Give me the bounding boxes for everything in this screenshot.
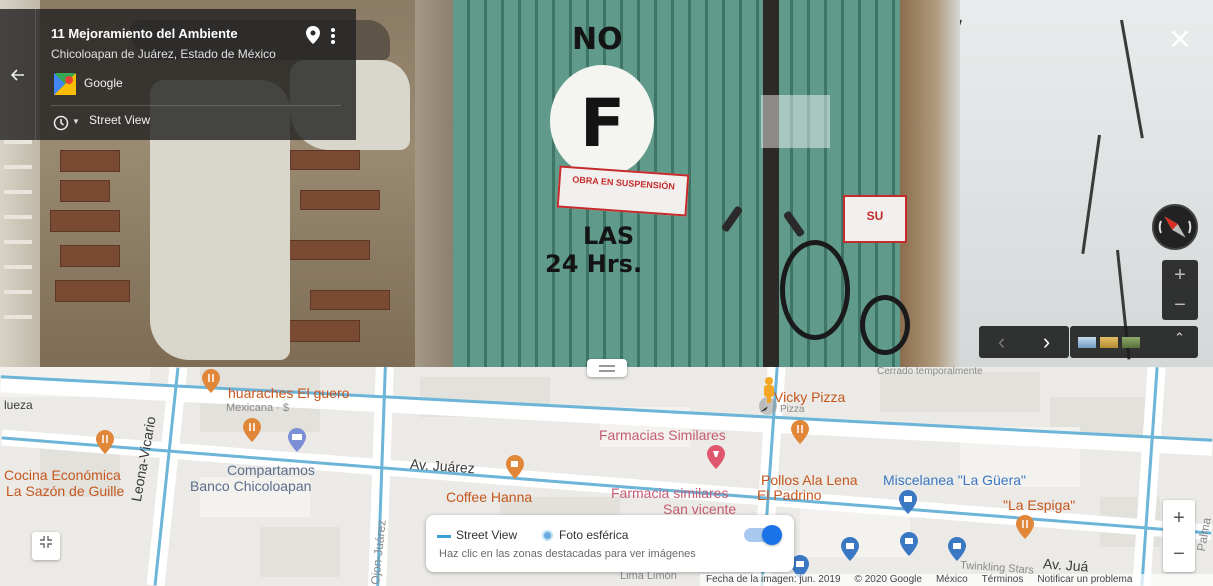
street-view-line-icon — [437, 535, 451, 538]
google-maps-icon — [54, 73, 76, 95]
street-view-legend: Street View Foto esférica Haz clic en la… — [426, 515, 794, 572]
arrow-left-icon[interactable] — [0, 9, 36, 140]
restaurant-icon[interactable] — [1016, 515, 1034, 539]
street-label-av-juarez-2: Av. Juá — [1042, 555, 1089, 575]
map-label-coffee[interactable]: Coffee Hanna — [446, 489, 532, 505]
next-photo-button[interactable]: › — [1024, 326, 1069, 358]
country-link[interactable]: México — [936, 574, 968, 586]
map-label-espiga[interactable]: "La Espiga" — [1003, 497, 1075, 513]
terms-link[interactable]: Términos — [982, 574, 1024, 586]
map-footer: Fecha de la imagen: jun. 2019 © 2020 Goo… — [700, 574, 1213, 586]
location-title: 11 Mejoramiento del Ambiente — [51, 26, 238, 41]
map-sublabel: Mexicana · $ — [226, 402, 289, 414]
map-label-compartamos[interactable]: Compartamos — [227, 462, 315, 478]
thumbnail[interactable] — [1122, 337, 1140, 348]
rubble — [900, 0, 960, 367]
zoom-out-button[interactable]: − — [1162, 290, 1198, 320]
graffiti-hrs: 24 Hrs. — [545, 250, 643, 278]
street-view-zoom: + − — [1162, 260, 1198, 320]
restaurant-icon[interactable] — [96, 430, 114, 454]
history-icon[interactable] — [52, 114, 70, 132]
door-gap — [763, 0, 779, 367]
prev-photo-button[interactable]: ‹ — [979, 326, 1024, 358]
suspension-sign: OBRA EN SUSPENSIÓN — [556, 165, 690, 217]
shopping-icon[interactable] — [899, 490, 917, 514]
photo-nav: ‹ › — [979, 326, 1069, 358]
map-label[interactable]: lueza — [4, 398, 33, 412]
cafe-icon[interactable] — [506, 455, 524, 479]
chevron-down-icon[interactable]: ▼ — [72, 117, 80, 126]
location-card: 11 Mejoramiento del Ambiente Chicoloapan… — [0, 9, 356, 140]
map-label-cocina-2[interactable]: La Sazón de Guille — [6, 483, 124, 499]
map-zoom-in-button[interactable]: + — [1163, 500, 1195, 536]
restaurant-icon[interactable] — [791, 420, 809, 444]
compass-icon[interactable] — [1152, 204, 1198, 250]
map-label-padrino[interactable]: El Padrino — [757, 487, 822, 503]
map-label-farmacia2[interactable]: Farmacia similares — [611, 485, 728, 501]
graffiti-f: F — [580, 85, 626, 162]
map-zoom-out-button[interactable]: − — [1163, 536, 1195, 572]
thumbnail[interactable] — [1100, 337, 1118, 348]
graffiti-e — [860, 295, 910, 355]
location-subtitle: Chicoloapan de Juárez, Estado de México — [51, 47, 276, 61]
collapse-icon[interactable] — [32, 532, 60, 560]
map-label-miscelanea[interactable]: Miscelanea "La Güera" — [883, 472, 1026, 488]
restaurant-icon[interactable] — [202, 369, 220, 393]
image-date: Fecha de la imagen: jun. 2019 — [706, 574, 841, 585]
shopping-icon[interactable] — [841, 537, 859, 561]
image-highlight[interactable] — [761, 95, 830, 148]
street-view-pane[interactable]: NO F LAS 24 Hrs. OBRA EN SUSPENSIÓN SU 1… — [0, 0, 1213, 367]
map-label-vicky[interactable]: Vicky Pizza — [774, 389, 845, 405]
map-zoom-control: + − — [1163, 500, 1195, 572]
more-vert-icon[interactable] — [329, 26, 337, 46]
report-problem-link[interactable]: Notificar un problema — [1037, 574, 1132, 586]
map-label-compartamos-2[interactable]: Banco Chicoloapan — [190, 478, 311, 494]
provider-label[interactable]: Google — [84, 76, 123, 90]
map-label-cocina[interactable]: Cocina Económica — [4, 467, 121, 483]
location-pin-icon[interactable] — [306, 26, 320, 44]
photo-sphere-icon — [542, 530, 553, 541]
photo-thumbnails: ⌃ — [1070, 326, 1198, 358]
shopping-icon[interactable] — [900, 532, 918, 556]
chevron-up-icon[interactable]: ⌃ — [1174, 330, 1185, 346]
bank-icon[interactable] — [288, 428, 306, 452]
pillar — [415, 0, 453, 367]
app-root: NO F LAS 24 Hrs. OBRA EN SUSPENSIÓN SU 1… — [0, 0, 1213, 586]
zoom-in-button[interactable]: + — [1162, 260, 1198, 290]
map-label-pollos[interactable]: Pollos Ala Lena — [761, 472, 858, 488]
pegman-icon[interactable] — [762, 377, 776, 403]
divider — [51, 105, 341, 106]
graffiti-no: NO — [572, 22, 623, 57]
map-sublabel: Pizza — [780, 404, 805, 415]
shopping-icon[interactable] — [948, 537, 966, 561]
right-sign: SU — [843, 195, 907, 243]
legend-street-view-label: Street View — [456, 528, 518, 542]
graffiti-las: LAS — [583, 222, 635, 250]
map-label[interactable]: Cerrado temporalmente — [877, 366, 983, 377]
pane-resize-handle[interactable] — [587, 359, 627, 377]
restaurant-icon[interactable] — [243, 418, 261, 442]
street-view-layer-toggle[interactable] — [744, 525, 782, 545]
street-view-mode-label: Street View — [89, 113, 151, 127]
map-label-huaraches[interactable]: huaraches El guero — [228, 385, 349, 401]
pharmacy-icon[interactable] — [707, 445, 725, 469]
legend-hint: Haz clic en las zonas destacadas para ve… — [439, 548, 696, 560]
map-label-farmacias[interactable]: Farmacias Similares — [599, 427, 726, 443]
legend-sphere-label: Foto esférica — [559, 528, 629, 542]
close-icon[interactable]: ✕ — [1166, 26, 1194, 55]
copyright: © 2020 Google — [854, 574, 922, 585]
graffiti-loop — [780, 240, 850, 340]
thumbnail[interactable] — [1078, 337, 1096, 348]
